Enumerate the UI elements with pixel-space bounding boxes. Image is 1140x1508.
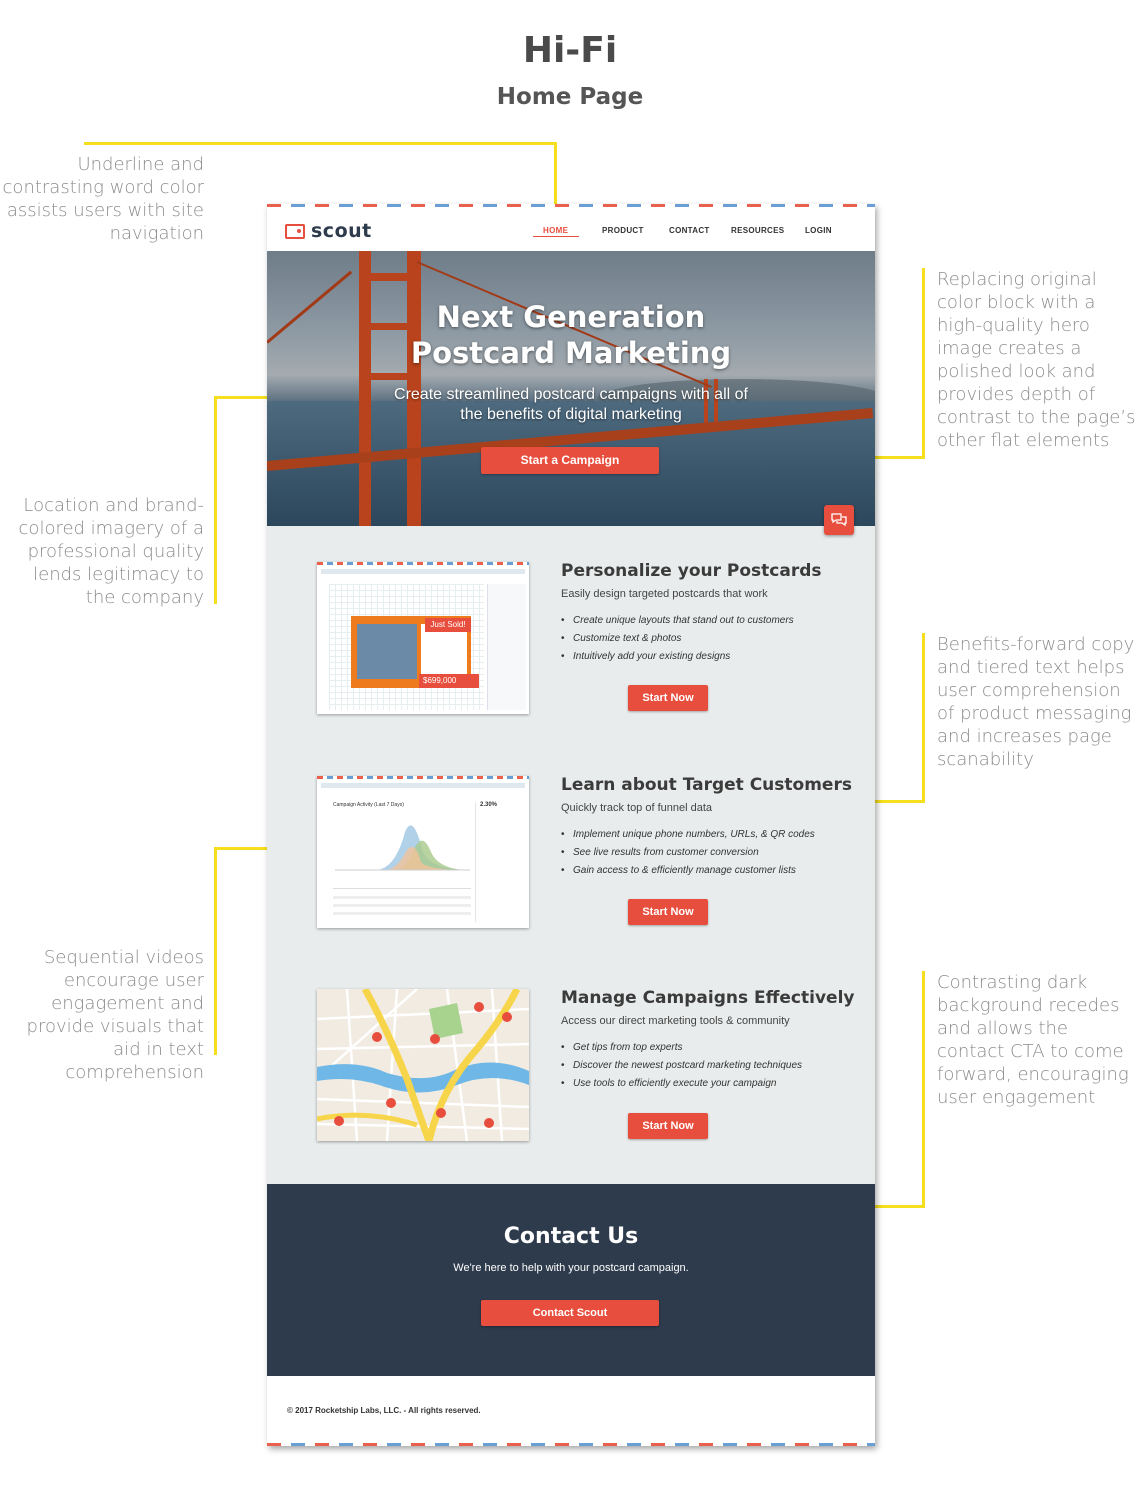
mini-postcard: Just Sold! $699,000	[351, 616, 479, 688]
mini-chart-title: Campaign Activity (Last 7 Days)	[333, 802, 404, 808]
list-item: Implement unique phone numbers, URLs, & …	[561, 826, 815, 844]
map-illustration	[317, 989, 529, 1141]
hero-subtitle: Create streamlined postcard campaigns wi…	[394, 386, 748, 423]
bridge-tower-beam	[359, 373, 421, 380]
list-item: See live results from customer conversio…	[561, 844, 815, 862]
chat-button[interactable]	[824, 505, 854, 535]
list-item: Get tips from top experts	[561, 1039, 802, 1057]
feature-bullets: Get tips from top experts Discover the n…	[561, 1039, 802, 1093]
mini-side-panel	[487, 584, 526, 710]
start-now-button[interactable]: Start Now	[628, 685, 708, 711]
annotation-hero: Replacing original color block with a hi…	[937, 269, 1136, 451]
hero-title: Next Generation Postcard Marketing	[267, 299, 875, 371]
annotation-imagery: Location and brand-colored imagery of a …	[18, 495, 204, 608]
nav-product[interactable]: PRODUCT	[602, 226, 644, 235]
mini-table-divider	[333, 888, 471, 889]
feature-subtitle: Access our direct marketing tools & comm…	[561, 1015, 790, 1027]
nav-login[interactable]: LOGIN	[805, 226, 832, 235]
mini-toolbar	[321, 783, 525, 788]
annotation-copy: Benefits-forward copy and tiered text he…	[937, 634, 1135, 770]
mini-house-photo	[357, 624, 417, 679]
page-title: Hi-Fi	[522, 30, 618, 71]
connector-line	[922, 971, 925, 1208]
bridge-tower-beam	[359, 273, 421, 281]
nav-home[interactable]: HOME	[543, 226, 568, 235]
start-campaign-button[interactable]: Start a Campaign	[481, 447, 659, 474]
connector-line	[922, 268, 925, 459]
feature-title-target: Learn about Target Customers	[561, 775, 852, 795]
nav-active-underline	[533, 236, 579, 237]
mini-table-row	[333, 904, 471, 907]
hero-section: Next Generation Postcard Marketing Creat…	[267, 251, 875, 526]
connector-line	[554, 142, 557, 212]
feature-bullets: Create unique layouts that stand out to …	[561, 612, 794, 666]
mini-table-row	[333, 912, 471, 915]
feature-title-personalize: Personalize your Postcards	[561, 561, 822, 581]
nav-contact[interactable]: CONTACT	[669, 226, 710, 235]
chat-icon	[831, 513, 847, 527]
list-item: Intuitively add your existing designs	[561, 648, 794, 666]
mini-table-row	[333, 896, 471, 899]
mini-toolbar	[321, 569, 525, 574]
connector-line	[214, 396, 217, 604]
hero-title-line-1: Next Generation	[436, 300, 706, 334]
start-now-button[interactable]: Start Now	[628, 899, 708, 925]
feature-subtitle: Quickly track top of funnel data	[561, 802, 713, 814]
mini-stats-panel: 2.30%	[475, 802, 520, 922]
contact-title: Contact Us	[503, 1224, 639, 1249]
list-item: Discover the newest postcard marketing t…	[561, 1057, 802, 1075]
annotation-contact: Contrasting dark background recedes and …	[937, 972, 1129, 1108]
contact-subtitle: We're here to help with your postcard ca…	[453, 1262, 689, 1274]
website-mockup: scout HOME PRODUCT CONTACT RESOURCES LOG…	[267, 204, 875, 1446]
list-item: Gain access to & efficiently manage cust…	[561, 862, 815, 880]
nav-resources[interactable]: RESOURCES	[731, 226, 784, 235]
airmail-border-bottom	[267, 1443, 875, 1446]
features-section: Just Sold! $699,000 Personalize your Pos…	[267, 526, 875, 1184]
connector-line	[214, 847, 217, 1055]
feature-subtitle: Easily design targeted postcards that wo…	[561, 588, 768, 600]
site-logo[interactable]: scout	[285, 219, 372, 243]
mini-just-sold: Just Sold!	[425, 618, 471, 632]
annotation-navigation: Underline and contrasting word color ass…	[2, 154, 204, 244]
annotation-videos: Sequential videos encourage user engagem…	[26, 947, 204, 1083]
contact-scout-button[interactable]: Contact Scout	[481, 1300, 659, 1326]
start-now-button[interactable]: Start Now	[628, 1113, 708, 1139]
site-navbar: scout HOME PRODUCT CONTACT RESOURCES LOG…	[267, 207, 875, 251]
logo-text: scout	[311, 220, 372, 242]
connector-line	[922, 633, 925, 803]
mini-airmail	[317, 562, 529, 565]
footer-copyright: © 2017 Rocketship Labs, LLC. - All right…	[287, 1406, 481, 1415]
mini-stat: 2.30%	[480, 802, 498, 808]
list-item: Create unique layouts that stand out to …	[561, 612, 794, 630]
feature-video-analytics[interactable]: Campaign Activity (Last 7 Days) 2.30%	[317, 776, 529, 928]
feature-title-manage: Manage Campaigns Effectively	[561, 988, 855, 1008]
hero-title-line-2: Postcard Marketing	[410, 336, 732, 370]
connector-line	[84, 142, 557, 145]
feature-bullets: Implement unique phone numbers, URLs, & …	[561, 826, 815, 880]
contact-section: Contact Us We're here to help with your …	[267, 1184, 875, 1376]
feature-video-designer[interactable]: Just Sold! $699,000	[317, 562, 529, 714]
mini-price: $699,000	[419, 674, 479, 688]
list-item: Customize text & photos	[561, 630, 794, 648]
list-item: Use tools to efficiently execute your ca…	[561, 1075, 802, 1093]
bridge-tower-leg	[359, 251, 371, 526]
postcard-icon	[285, 223, 305, 239]
page-subtitle: Home Page	[496, 84, 644, 110]
feature-video-map[interactable]	[317, 989, 529, 1141]
mini-airmail	[317, 776, 529, 779]
mini-area-chart	[335, 825, 470, 871]
